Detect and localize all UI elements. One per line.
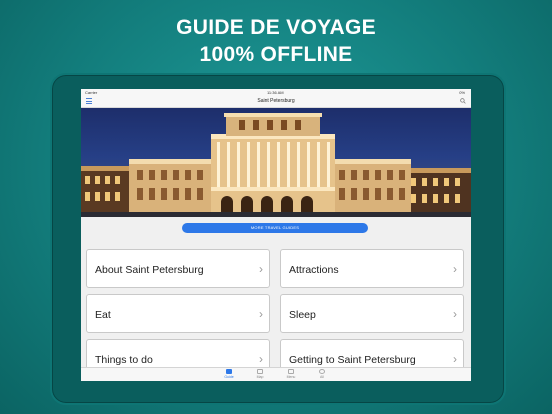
tab-all[interactable]: All [312,369,332,379]
hero-image [81,108,471,217]
card-sleep[interactable]: Sleep › [280,294,464,333]
card-label: Sleep [289,309,316,321]
page-title: Saint Petersburg [257,98,295,104]
tab-label: Guide [224,375,234,379]
tab-label: Menu [286,375,296,379]
chevron-right-icon: › [259,352,263,366]
more-travel-guides-button[interactable]: MORE TRAVEL GUIDES [182,223,368,233]
tab-menu[interactable]: Menu [281,369,301,379]
chevron-right-icon: › [453,262,457,276]
promo-headline: GUIDE DE VOYAGE 100% OFFLINE [0,14,552,68]
tab-bar: Guide Map Menu All [81,367,471,381]
promo-line-2: 100% OFFLINE [199,43,353,66]
search-icon[interactable] [460,98,466,104]
card-eat[interactable]: Eat › [86,294,270,333]
card-label: Things to do [95,354,153,366]
battery-text: 0% [459,90,465,95]
tab-label: Map [256,375,264,379]
bag-icon [288,369,294,374]
chevron-right-icon: › [453,307,457,321]
palace-illustration [81,113,471,217]
card-attractions[interactable]: Attractions › [280,249,464,288]
chevron-right-icon: › [259,307,263,321]
carrier-text: Carrier [85,90,98,95]
card-label: About Saint Petersburg [95,264,204,276]
card-label: Attractions [289,264,339,276]
chevron-right-icon: › [259,262,263,276]
globe-icon [319,369,325,374]
content-grid: About Saint Petersburg › Attractions › E… [81,241,471,381]
tab-guide[interactable]: Guide [219,369,239,379]
status-bar: Carrier 11:36 AM 0% [81,89,471,96]
cta-area: MORE TRAVEL GUIDES [81,217,471,241]
card-about[interactable]: About Saint Petersburg › [86,249,270,288]
promo-line-1: GUIDE DE VOYAGE [176,16,376,39]
card-label: Eat [95,309,111,321]
status-time: 11:36 AM [267,90,284,95]
card-label: Getting to Saint Petersburg [289,354,416,366]
chevron-right-icon: › [453,352,457,366]
tab-map[interactable]: Map [250,369,270,379]
map-icon [257,369,263,374]
book-icon [226,369,232,374]
nav-bar: Saint Petersburg [81,96,471,108]
tab-label: All [320,375,324,379]
